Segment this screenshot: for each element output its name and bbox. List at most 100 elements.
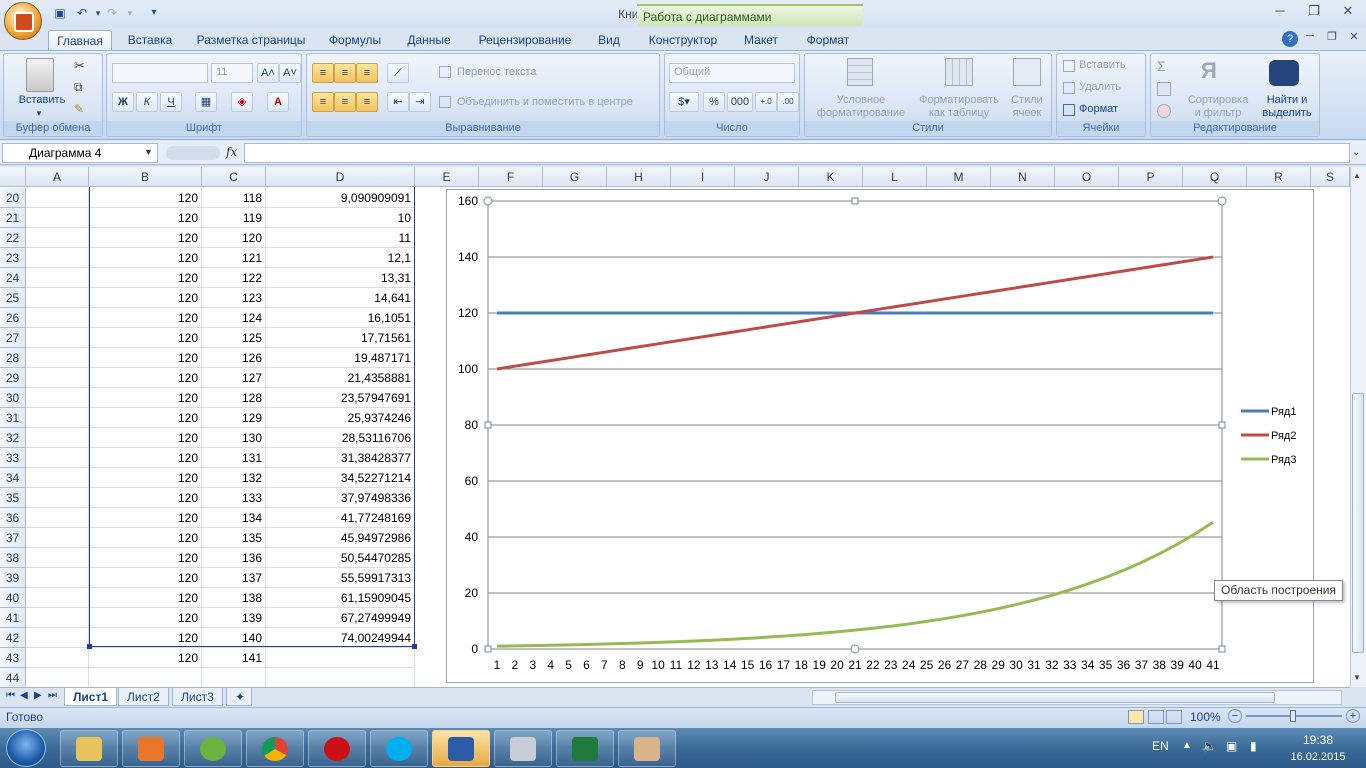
cell-d26[interactable]: 16,1051 — [266, 308, 415, 328]
cell-b27[interactable]: 120 — [89, 328, 202, 348]
plot-resize-handle[interactable] — [484, 645, 492, 653]
column-header-j[interactable]: J — [735, 167, 799, 187]
format-cells-button[interactable]: Формат — [1079, 103, 1118, 115]
cell-c29[interactable]: 127 — [202, 368, 266, 388]
align-left-icon[interactable]: ≡ — [312, 92, 334, 112]
row-header[interactable]: 32 — [0, 428, 26, 448]
plot-resize-handle[interactable] — [1218, 421, 1226, 429]
autosum-icon[interactable]: Σ — [1157, 58, 1166, 74]
format-as-table-label-2[interactable]: как таблицу — [913, 107, 1005, 119]
row-header[interactable]: 25 — [0, 288, 26, 308]
close-icon[interactable]: ✕ — [1334, 3, 1362, 21]
delete-cells-button[interactable]: Удалить — [1079, 81, 1121, 93]
cell-d21[interactable]: 10 — [266, 208, 415, 228]
row-header[interactable]: 39 — [0, 568, 26, 588]
zoom-out-icon[interactable]: − — [1228, 709, 1242, 723]
cell-b39[interactable]: 120 — [89, 568, 202, 588]
taskbar-calculator[interactable] — [494, 730, 552, 767]
italic-button[interactable]: К — [136, 92, 158, 112]
cell-a24[interactable] — [26, 268, 89, 288]
range-handle[interactable] — [412, 644, 417, 649]
cell-d41[interactable]: 67,27499949 — [266, 608, 415, 628]
cell-a41[interactable] — [26, 608, 89, 628]
cell-b32[interactable]: 120 — [89, 428, 202, 448]
row-header[interactable]: 20 — [0, 188, 26, 208]
cell-c41[interactable]: 139 — [202, 608, 266, 628]
cell-c20[interactable]: 118 — [202, 188, 266, 208]
language-indicator[interactable]: EN — [1152, 739, 1169, 753]
cell-b20[interactable]: 120 — [89, 188, 202, 208]
tab-data[interactable]: Данные — [398, 30, 460, 50]
cell-b34[interactable]: 120 — [89, 468, 202, 488]
column-header-g[interactable]: G — [543, 167, 607, 187]
zoom-level[interactable]: 100% — [1190, 710, 1221, 724]
cell-c27[interactable]: 125 — [202, 328, 266, 348]
row-header[interactable]: 26 — [0, 308, 26, 328]
cell-b31[interactable]: 120 — [89, 408, 202, 428]
decrease-decimal-icon[interactable]: .00 — [777, 92, 799, 112]
sheet-nav-next-icon[interactable]: ▶ — [34, 690, 42, 701]
sort-filter-label-1[interactable]: Сортировка — [1183, 94, 1253, 106]
cell-c28[interactable]: 126 — [202, 348, 266, 368]
column-header-i[interactable]: I — [671, 167, 735, 187]
cell-c26[interactable]: 124 — [202, 308, 266, 328]
tab-chart-format[interactable]: Формат — [798, 30, 858, 50]
align-right-icon[interactable]: ≡ — [356, 92, 378, 112]
cell-d24[interactable]: 13,31 — [266, 268, 415, 288]
cell-a40[interactable] — [26, 588, 89, 608]
cell-b25[interactable]: 120 — [89, 288, 202, 308]
font-size-box[interactable]: 11 — [211, 63, 253, 83]
cell-a37[interactable] — [26, 528, 89, 548]
chart-object[interactable]: 0 20 40 60 80 100 120 140 160 1 2 3 4 5 6 7 8 9 10 11 12 13 14… — [446, 189, 1314, 683]
cell-a38[interactable] — [26, 548, 89, 568]
row-header[interactable]: 29 — [0, 368, 26, 388]
cell-styles-label-2[interactable]: ячеек — [1005, 107, 1049, 119]
insert-function-icon[interactable]: fx — [226, 145, 237, 159]
vertical-scrollbar[interactable]: ▲ ▼ — [1350, 167, 1366, 687]
cell-b35[interactable]: 120 — [89, 488, 202, 508]
cell-d39[interactable]: 55,59917313 — [266, 568, 415, 588]
cell-c22[interactable]: 120 — [202, 228, 266, 248]
vertical-scroll-thumb[interactable] — [1352, 393, 1364, 653]
scroll-down-icon[interactable]: ▼ — [1353, 673, 1361, 682]
page-layout-view-icon[interactable] — [1148, 710, 1164, 724]
column-header-m[interactable]: M — [927, 167, 991, 187]
sort-filter-label-2[interactable]: и фильтр — [1183, 107, 1253, 119]
column-header-c[interactable]: C — [202, 167, 266, 187]
cell-a39[interactable] — [26, 568, 89, 588]
row-header[interactable]: 31 — [0, 408, 26, 428]
align-bottom-icon[interactable]: ≡ — [356, 63, 378, 83]
insert-cells-button[interactable]: Вставить — [1079, 59, 1126, 71]
cell-b24[interactable]: 120 — [89, 268, 202, 288]
cell-c25[interactable]: 123 — [202, 288, 266, 308]
cell-c43[interactable]: 141 — [202, 648, 266, 668]
find-select-label-1[interactable]: Найти и — [1257, 94, 1317, 106]
horizontal-scroll-thumb[interactable] — [835, 692, 1275, 703]
sheet-nav-first-icon[interactable]: ⏮ — [6, 690, 15, 701]
cell-c30[interactable]: 128 — [202, 388, 266, 408]
restore-icon[interactable]: ❐ — [1300, 3, 1328, 21]
cell-d36[interactable]: 41,77248169 — [266, 508, 415, 528]
cell-a32[interactable] — [26, 428, 89, 448]
plot-resize-handle[interactable] — [1218, 645, 1226, 653]
column-header-d[interactable]: D — [266, 167, 415, 187]
minimize-icon[interactable]: ─ — [1266, 3, 1294, 21]
device-icon[interactable]: ▣ — [1226, 739, 1237, 753]
row-header[interactable]: 28 — [0, 348, 26, 368]
shrink-font-icon[interactable]: A˅ — [279, 63, 301, 83]
tray-expand-icon[interactable]: ▲ — [1182, 740, 1192, 751]
ribbon-close-icon[interactable]: ✕ — [1340, 30, 1366, 48]
column-header-o[interactable]: O — [1055, 167, 1119, 187]
percent-button[interactable]: % — [703, 92, 725, 112]
plot-resize-handle[interactable] — [1217, 196, 1227, 206]
cell-a20[interactable] — [26, 188, 89, 208]
align-center-icon[interactable]: ≡ — [334, 92, 356, 112]
cut-icon[interactable]: ✂ — [74, 58, 85, 74]
cell-a43[interactable] — [26, 648, 89, 668]
cell-d33[interactable]: 31,38428377 — [266, 448, 415, 468]
taskbar-skype[interactable] — [370, 730, 428, 767]
office-button[interactable] — [4, 2, 42, 40]
tab-page-layout[interactable]: Разметка страницы — [190, 30, 312, 50]
conditional-formatting-label-2[interactable]: форматирование — [807, 107, 915, 119]
cell-d37[interactable]: 45,94972986 — [266, 528, 415, 548]
